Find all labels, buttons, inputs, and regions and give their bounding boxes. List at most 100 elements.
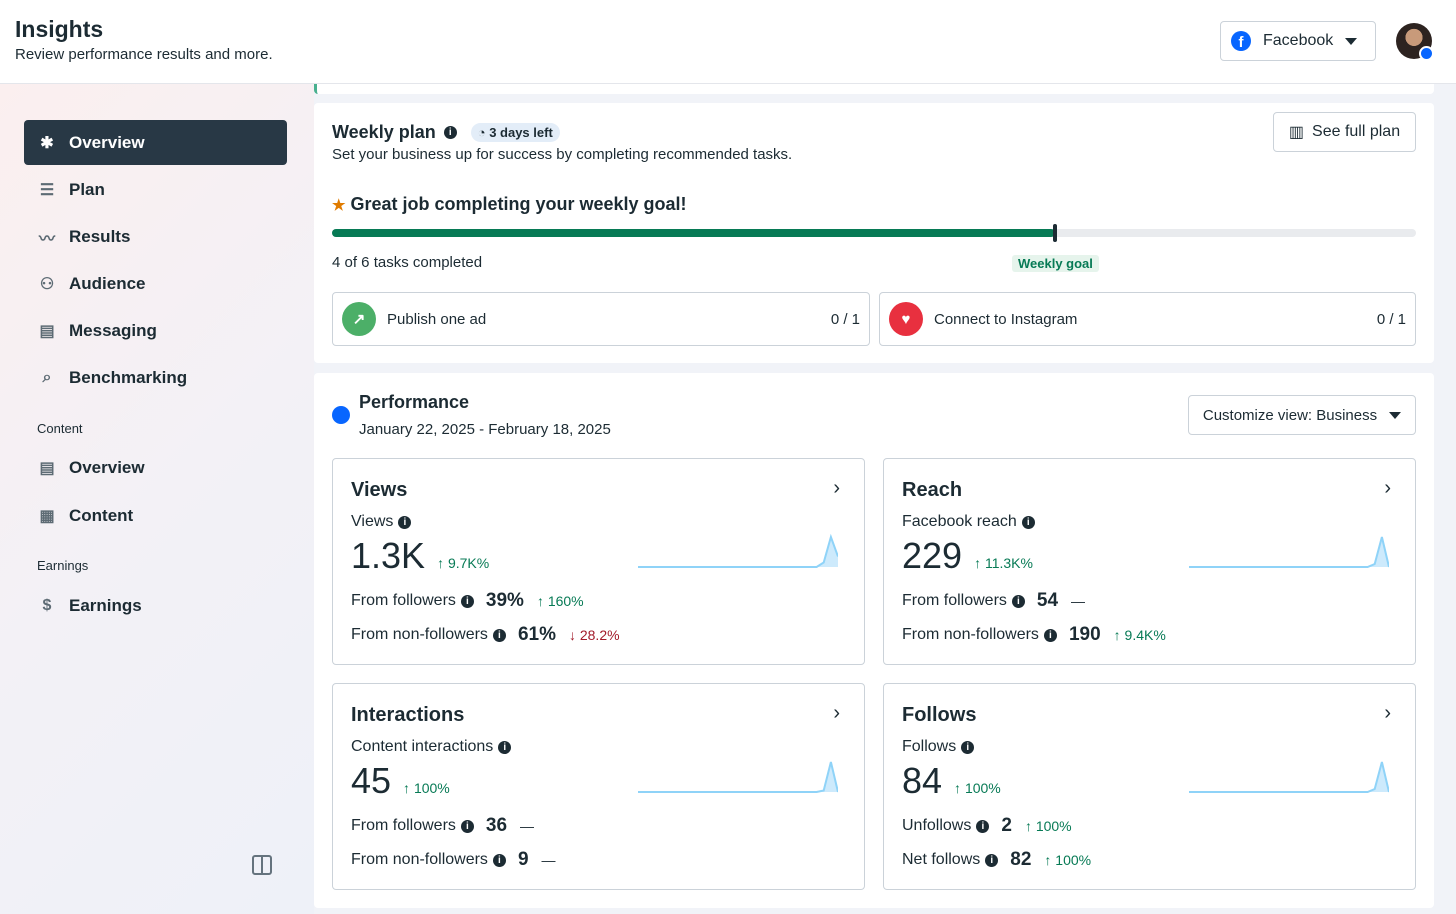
- overview-icon: ✱: [40, 134, 54, 152]
- task-count: 0 / 1: [1376, 310, 1406, 328]
- row-label: From non-followers: [902, 626, 1039, 643]
- task-publish-ad[interactable]: ↗ Publish one ad 0 / 1: [332, 292, 870, 346]
- weekly-plan-card: Weekly plan i ◔ 3 days left Set your busin…: [314, 103, 1434, 363]
- info-icon[interactable]: i: [460, 594, 474, 608]
- chevron-right-icon[interactable]: ›: [833, 477, 840, 500]
- info-icon[interactable]: i: [398, 515, 412, 529]
- info-icon[interactable]: i: [985, 853, 999, 867]
- metric-label: Content interactions: [351, 738, 494, 755]
- info-icon[interactable]: i: [498, 740, 512, 754]
- info-icon[interactable]: i: [1043, 628, 1057, 642]
- sidebar-item-label: Content: [69, 505, 134, 525]
- page-title: Insights: [15, 16, 104, 42]
- avatar[interactable]: [1396, 23, 1434, 61]
- caret-down-icon: [1345, 37, 1358, 45]
- sparkline-line: [1189, 761, 1389, 793]
- trend-up-icon: ↗: [342, 302, 376, 336]
- platform-label: Facebook: [1263, 32, 1334, 49]
- metric-card-reach[interactable]: Reach › Facebook reach i 229 ↑ 11.3K% From…: [883, 458, 1416, 665]
- info-icon[interactable]: i: [1021, 515, 1035, 529]
- sparkline-line: [1189, 536, 1389, 568]
- row-change: ↑ 160%: [536, 593, 584, 609]
- chart-icon: 〰: [38, 230, 55, 248]
- heart-icon: ♥: [889, 302, 923, 336]
- metric-card-views[interactable]: Views › Views i 1.3K ↑ 9.7K% From follower…: [332, 458, 865, 665]
- sidebar-item-label: Benchmarking: [69, 367, 188, 387]
- sidebar-item-messaging[interactable]: ▤ Messaging: [24, 308, 287, 353]
- sidebar-item-label: Messaging: [69, 320, 157, 340]
- sidebar-item-label: Audience: [69, 273, 146, 293]
- row-change: ↑ 9.4K%: [1113, 627, 1166, 643]
- metric-card-title: Interactions: [351, 704, 465, 726]
- book-icon: ▥: [1288, 124, 1305, 141]
- row-change-value: —: [541, 852, 556, 868]
- chevron-right-icon[interactable]: ›: [1384, 702, 1391, 725]
- star-icon: ★: [332, 197, 346, 214]
- days-left-badge: ◔ 3 days left: [470, 123, 560, 142]
- metric-change: ↑ 100%: [403, 780, 450, 796]
- info-icon[interactable]: i: [976, 819, 990, 833]
- goal-marker: [1052, 224, 1057, 242]
- sidebar-item-earnings[interactable]: $ Earnings: [24, 583, 287, 628]
- metric-card-title: Reach: [902, 479, 963, 501]
- sidebar-item-benchmarking[interactable]: ⌕ Benchmarking: [24, 355, 287, 400]
- row-value: 36: [485, 815, 508, 836]
- info-icon[interactable]: i: [1011, 594, 1025, 608]
- metric-value: 45: [351, 760, 392, 801]
- sparkline-area: [1189, 537, 1389, 567]
- info-icon[interactable]: i: [492, 853, 506, 867]
- chevron-right-icon[interactable]: ›: [1384, 477, 1391, 500]
- weekly-goal-label: Weekly goal: [1012, 255, 1099, 272]
- sparkline: [1189, 761, 1389, 793]
- info-icon[interactable]: i: [961, 740, 975, 754]
- sidebar-item-overview[interactable]: ✱ Overview: [24, 120, 287, 165]
- sidebar-item-results[interactable]: 〰 Results: [24, 214, 287, 259]
- task-connect-instagram[interactable]: ♥ Connect to Instagram 0 / 1: [879, 292, 1416, 346]
- metric-card-interactions[interactable]: Interactions › Content interactions i 45 ↑…: [332, 683, 865, 890]
- row-change: —: [542, 852, 556, 868]
- sidebar-item-label: Overview: [69, 132, 145, 152]
- chevron-right-icon[interactable]: ›: [833, 702, 840, 725]
- sparkline-area: [1189, 762, 1389, 792]
- see-full-plan-label: See full plan: [1312, 123, 1401, 140]
- row-label: From non-followers: [351, 626, 488, 643]
- goal-message: Great job completing your weekly goal!: [350, 194, 687, 214]
- sidebar-item-audience[interactable]: ⚇ Audience: [24, 261, 287, 306]
- task-label: Publish one ad: [387, 310, 487, 328]
- facebook-badge-icon: [1419, 46, 1434, 61]
- metric-change-value: 9.7K%: [447, 555, 490, 571]
- sidebar-item-label: Earnings: [69, 595, 142, 615]
- progress-fill: [332, 229, 1055, 237]
- sidebar-item-label: Plan: [69, 179, 105, 199]
- metric-value: 84: [902, 760, 943, 801]
- customize-view-dropdown[interactable]: Customize view: Business: [1188, 395, 1416, 435]
- sidebar-item-content[interactable]: ▦ Content: [24, 493, 287, 538]
- metric-card-title: Follows: [902, 704, 977, 726]
- info-icon[interactable]: i: [492, 628, 506, 642]
- metric-card-follows[interactable]: Follows › Follows i 84 ↑ 100% Unfollows i 2 ↑…: [883, 683, 1416, 890]
- metric-label: Facebook reach: [902, 513, 1017, 530]
- performance-title: Performance: [359, 392, 470, 412]
- see-full-plan-button[interactable]: ▥ See full plan: [1273, 112, 1416, 152]
- collapse-sidebar-button[interactable]: [252, 855, 272, 875]
- message-icon: ▤: [39, 459, 55, 477]
- sidebar-item-content-overview[interactable]: ▤ Overview: [24, 445, 287, 490]
- sidebar-item-plan[interactable]: ☰ Plan: [24, 167, 287, 212]
- row-value: 190: [1068, 624, 1101, 645]
- info-icon[interactable]: i: [443, 126, 457, 139]
- search-icon: ⌕: [42, 368, 52, 386]
- page-subtitle: Review performance results and more.: [15, 46, 273, 63]
- row-label: From non-followers: [351, 851, 488, 868]
- platform-selector[interactable]: f Facebook: [1220, 21, 1376, 61]
- sparkline: [1189, 536, 1389, 568]
- info-icon[interactable]: i: [460, 819, 474, 833]
- metric-change: ↑ 11.3K%: [974, 555, 1033, 571]
- weekly-plan-title: Weekly plan: [332, 122, 436, 142]
- metric-value: 229: [902, 535, 963, 576]
- date-range: January 22, 2025 - February 18, 2025: [359, 421, 611, 438]
- metric-change: ↑ 100%: [954, 780, 1001, 796]
- sidebar-item-label: Results: [69, 226, 131, 246]
- row-change: —: [520, 818, 534, 834]
- metric-row: From followers i 36 —: [351, 815, 534, 837]
- row-change: —: [1071, 593, 1085, 609]
